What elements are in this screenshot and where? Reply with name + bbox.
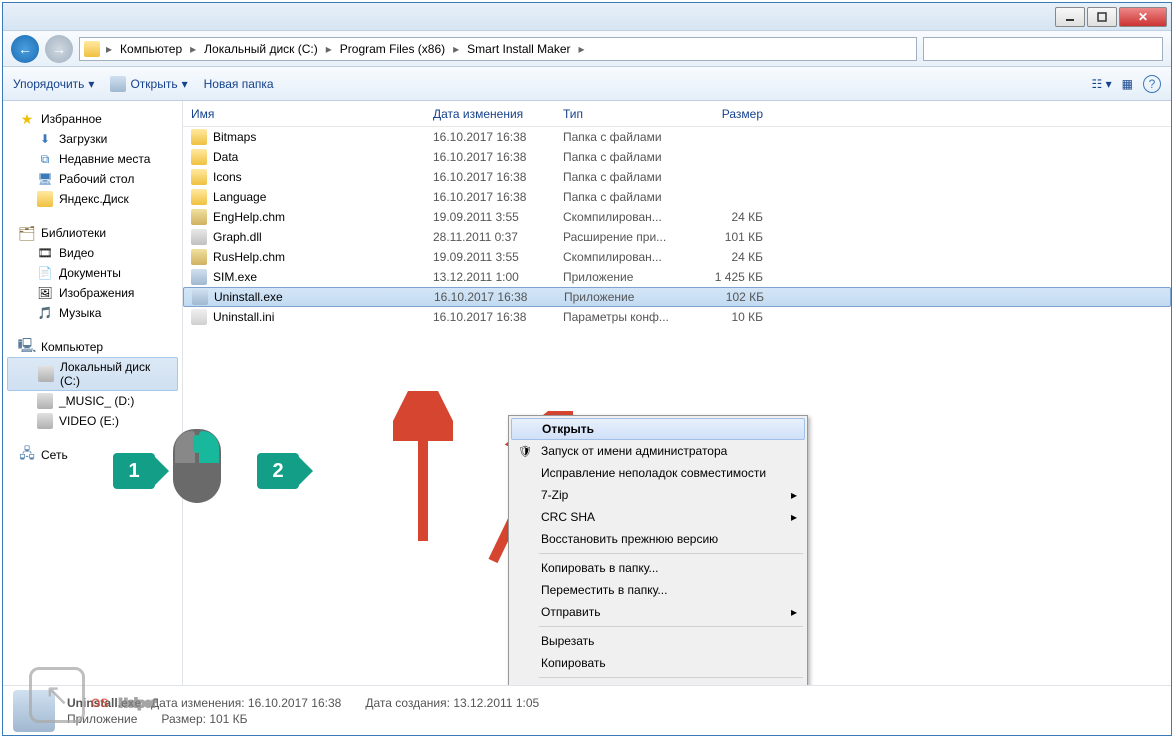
app-icon	[110, 76, 126, 92]
exe-icon	[191, 269, 207, 285]
menu-item[interactable]: CRC SHA▸	[511, 506, 805, 528]
sidebar-item-drive-d[interactable]: _MUSIC_ (D:)	[3, 391, 182, 411]
forward-button[interactable]: →	[45, 35, 73, 63]
nav-bar: ← → ▸ Компьютер▸ Локальный диск (C:)▸ Pr…	[3, 31, 1171, 67]
column-headers: Имя Дата изменения Тип Размер	[183, 101, 1171, 127]
shield-icon: 🛡	[517, 443, 533, 459]
explorer-window: ✕ ← → ▸ Компьютер▸ Локальный диск (C:)▸ …	[2, 2, 1172, 736]
sidebar-item-video[interactable]: 🎞Видео	[3, 243, 182, 263]
file-row[interactable]: Uninstall.exe16.10.2017 16:38Приложение1…	[183, 287, 1171, 307]
document-icon: 📄	[37, 265, 53, 281]
col-size[interactable]: Размер	[693, 107, 773, 121]
video-icon: 🎞	[37, 245, 53, 261]
col-name[interactable]: Имя	[183, 107, 433, 121]
back-button[interactable]: ←	[11, 35, 39, 63]
file-row[interactable]: Graph.dll28.11.2011 0:37Расширение при..…	[183, 227, 1171, 247]
folder-icon	[191, 189, 207, 205]
drive-icon	[37, 413, 53, 429]
menu-item[interactable]: Создать ярлык	[511, 681, 805, 685]
recent-icon: ⧉	[37, 151, 53, 167]
file-pane: Имя Дата изменения Тип Размер Bitmaps16.…	[183, 101, 1171, 685]
music-icon: 🎵	[37, 305, 53, 321]
file-row[interactable]: Icons16.10.2017 16:38Папка с файлами	[183, 167, 1171, 187]
chm-icon	[191, 249, 207, 265]
view-button[interactable]: ☷ ▾	[1092, 77, 1112, 91]
file-row[interactable]: RusHelp.chm19.09.2011 3:55Скомпилирован.…	[183, 247, 1171, 267]
file-row[interactable]: Language16.10.2017 16:38Папка с файлами	[183, 187, 1171, 207]
download-icon: ⬇	[37, 131, 53, 147]
sidebar: ★Избранное ⬇Загрузки ⧉Недавние места 🖥Ра…	[3, 101, 183, 685]
address-bar[interactable]: ▸ Компьютер▸ Локальный диск (C:)▸ Progra…	[79, 37, 917, 61]
folder-icon	[191, 129, 207, 145]
col-type[interactable]: Тип	[563, 107, 693, 121]
file-row[interactable]: EngHelp.chm19.09.2011 3:55Скомпилирован.…	[183, 207, 1171, 227]
menu-item[interactable]: Исправление неполадок совместимости	[511, 462, 805, 484]
crumb-drive[interactable]: Локальный диск (C:)	[202, 42, 320, 56]
menu-item[interactable]: Копировать	[511, 652, 805, 674]
sidebar-item-music[interactable]: 🎵Музыка	[3, 303, 182, 323]
annotation-badge-2: 2	[257, 453, 299, 489]
status-bar: Uninstall.exe Дата изменения: 16.10.2017…	[3, 685, 1171, 735]
network-icon: 🖧	[19, 447, 35, 463]
sidebar-item-pictures[interactable]: 🖼Изображения	[3, 283, 182, 303]
file-row[interactable]: Uninstall.ini16.10.2017 16:38Параметры к…	[183, 307, 1171, 327]
sidebar-item-downloads[interactable]: ⬇Загрузки	[3, 129, 182, 149]
organize-button[interactable]: Упорядочить ▾	[13, 77, 94, 91]
library-icon: 🗂	[19, 225, 35, 241]
search-input[interactable]	[923, 37, 1163, 61]
sidebar-libraries[interactable]: 🗂Библиотеки	[3, 223, 182, 243]
file-row[interactable]: SIM.exe13.12.2011 1:00Приложение1 425 КБ	[183, 267, 1171, 287]
minimize-button[interactable]	[1055, 7, 1085, 27]
preview-button[interactable]: ▦	[1122, 77, 1133, 91]
sidebar-item-documents[interactable]: 📄Документы	[3, 263, 182, 283]
file-row[interactable]: Bitmaps16.10.2017 16:38Папка с файлами	[183, 127, 1171, 147]
file-row[interactable]: Data16.10.2017 16:38Папка с файлами	[183, 147, 1171, 167]
dll-icon	[191, 229, 207, 245]
computer-icon: 🖳	[19, 339, 35, 355]
menu-item[interactable]: 7-Zip▸	[511, 484, 805, 506]
context-menu: Открыть🛡Запуск от имени администратораИс…	[508, 415, 808, 685]
sidebar-item-yandex[interactable]: Яндекс.Диск	[3, 189, 182, 209]
sidebar-item-drive-c[interactable]: Локальный диск (C:)	[7, 357, 178, 391]
folder-icon	[37, 191, 53, 207]
menu-item[interactable]: Переместить в папку...	[511, 579, 805, 601]
titlebar: ✕	[3, 3, 1171, 31]
annotation-badge-1: 1	[113, 453, 155, 489]
menu-item[interactable]: Открыть	[511, 418, 805, 440]
close-button[interactable]: ✕	[1119, 7, 1167, 27]
sidebar-computer[interactable]: 🖳Компьютер	[3, 337, 182, 357]
crumb-computer[interactable]: Компьютер	[118, 42, 184, 56]
sidebar-item-desktop[interactable]: 🖥Рабочий стол	[3, 169, 182, 189]
open-button[interactable]: Открыть ▾	[110, 76, 187, 92]
ini-icon	[191, 309, 207, 325]
folder-icon	[191, 149, 207, 165]
crumb-folder[interactable]: Smart Install Maker	[465, 42, 572, 56]
col-date[interactable]: Дата изменения	[433, 107, 563, 121]
menu-item[interactable]: Копировать в папку...	[511, 557, 805, 579]
menu-item[interactable]: Вырезать	[511, 630, 805, 652]
sidebar-item-recent[interactable]: ⧉Недавние места	[3, 149, 182, 169]
status-file-icon	[13, 690, 55, 732]
drive-icon	[37, 393, 53, 409]
folder-icon	[191, 169, 207, 185]
menu-item[interactable]: Восстановить прежнюю версию	[511, 528, 805, 550]
exe-icon	[192, 289, 208, 305]
chm-icon	[191, 209, 207, 225]
menu-item[interactable]: 🛡Запуск от имени администратора	[511, 440, 805, 462]
help-button[interactable]: ?	[1143, 75, 1161, 93]
picture-icon: 🖼	[37, 285, 53, 301]
star-icon: ★	[19, 111, 35, 127]
crumb-programfiles[interactable]: Program Files (x86)	[338, 42, 447, 56]
drive-icon	[38, 366, 54, 382]
folder-icon	[84, 41, 100, 57]
menu-item[interactable]: Отправить▸	[511, 601, 805, 623]
sidebar-item-drive-e[interactable]: VIDEO (E:)	[3, 411, 182, 431]
newfolder-button[interactable]: Новая папка	[204, 77, 274, 91]
toolbar: Упорядочить ▾ Открыть ▾ Новая папка ☷ ▾ …	[3, 67, 1171, 101]
content-area: ★Избранное ⬇Загрузки ⧉Недавние места 🖥Ра…	[3, 101, 1171, 685]
maximize-button[interactable]	[1087, 7, 1117, 27]
annotation-mouse-icon	[173, 429, 221, 503]
desktop-icon: 🖥	[37, 171, 53, 187]
sidebar-favorites[interactable]: ★Избранное	[3, 109, 182, 129]
